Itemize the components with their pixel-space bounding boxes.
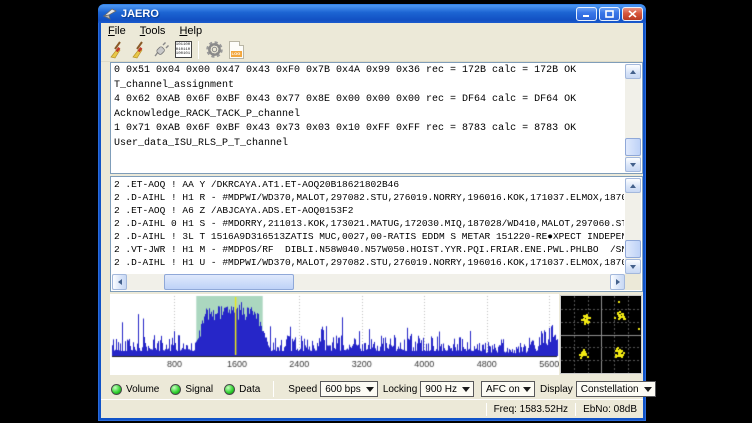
scroll-up-icon xyxy=(630,181,636,188)
statusbar: Freq: 1583.52Hz EbNo: 08dB xyxy=(101,399,643,418)
scroll-right-icon xyxy=(616,279,623,285)
constellation-display xyxy=(560,295,642,374)
data-label: Data xyxy=(239,384,260,395)
broom-icon xyxy=(129,40,149,60)
scroll-down-button[interactable] xyxy=(625,157,641,172)
scroll-down-button[interactable] xyxy=(625,259,641,274)
dropdown-arrow-icon xyxy=(366,387,374,396)
window-title: JAERO xyxy=(121,8,574,20)
binary-icon: 101100 010110 100101 xyxy=(175,41,192,58)
scroll-right-button[interactable] xyxy=(610,274,625,290)
speed-select[interactable]: 600 bps xyxy=(320,381,378,397)
spectrum-display[interactable] xyxy=(110,294,559,375)
toolbar-separator xyxy=(198,41,199,59)
data-indicator: Data xyxy=(224,384,260,395)
log-button[interactable]: LOG xyxy=(225,39,247,61)
scroll-down-icon xyxy=(630,163,636,170)
scroll-up-button[interactable] xyxy=(625,178,641,193)
page-fold xyxy=(239,41,244,46)
msg-horizontal-scrollbar[interactable] xyxy=(112,274,625,290)
toolbar: 101100 010110 100101 LOG xyxy=(101,38,643,62)
locking-value: 900 Hz xyxy=(425,384,457,395)
maximize-icon xyxy=(605,10,614,18)
display-value: Constellation xyxy=(581,384,639,395)
scrollbar-thumb[interactable] xyxy=(164,274,294,290)
controls-separator xyxy=(273,381,274,397)
titlebar[interactable]: JAERO xyxy=(98,4,646,23)
audio-input-button[interactable] xyxy=(150,39,172,61)
menu-help[interactable]: Help xyxy=(172,24,209,38)
dropdown-arrow-icon xyxy=(644,387,652,396)
dropdown-arrow-icon xyxy=(523,387,531,396)
log-icon-label: LOG xyxy=(231,51,242,57)
status-separator xyxy=(575,403,576,416)
maximize-button[interactable] xyxy=(599,7,620,21)
log-file-icon: LOG xyxy=(229,41,244,59)
locking-select[interactable]: 900 Hz xyxy=(420,381,474,397)
dropdown-arrow-icon xyxy=(462,387,470,396)
scroll-down-icon xyxy=(630,265,636,272)
hex-decode-console[interactable]: 0 0x51 0x04 0x00 0x47 0x43 0xF0 0x7B 0x4… xyxy=(110,62,643,174)
ebno-readout: EbNo: 08dB xyxy=(583,404,637,415)
locking-label: Locking xyxy=(383,384,417,395)
minimize-icon xyxy=(582,10,591,18)
scroll-up-button[interactable] xyxy=(625,64,641,79)
signal-led-icon xyxy=(170,384,181,395)
msg-console-text: 2 .ET-AOQ ! AA Y /DKRCAYA.AT1.ET-AOQ20B1… xyxy=(114,178,624,274)
hex-vertical-scrollbar[interactable] xyxy=(625,64,641,172)
spectrum-canvas[interactable] xyxy=(110,294,559,375)
volume-led-icon xyxy=(111,384,122,395)
plug-icon xyxy=(152,41,170,59)
frequency-readout: Freq: 1583.52Hz xyxy=(494,404,569,415)
scrollbar-thumb[interactable] xyxy=(625,240,641,258)
gear-icon xyxy=(205,40,224,59)
scroll-left-icon xyxy=(115,279,122,285)
menubar: File Tools Help xyxy=(101,23,643,38)
close-button[interactable] xyxy=(622,7,643,21)
afc-select[interactable]: AFC on xyxy=(481,381,535,397)
speed-label: Speed xyxy=(288,384,317,395)
screenshot-stage: JAERO File Tools Help xyxy=(0,0,752,423)
menu-tools[interactable]: Tools xyxy=(133,24,173,38)
clear-hex-console-button[interactable] xyxy=(106,39,128,61)
acars-message-console[interactable]: 2 .ET-AOQ ! AA Y /DKRCAYA.AT1.ET-AOQ20B1… xyxy=(110,176,643,292)
raw-bits-button[interactable]: 101100 010110 100101 xyxy=(172,39,194,61)
signal-label: Signal xyxy=(185,384,213,395)
display-label: Display xyxy=(540,384,573,395)
scrollbar-thumb[interactable] xyxy=(625,138,641,156)
display-select[interactable]: Constellation xyxy=(576,381,656,397)
broom-icon xyxy=(107,40,127,60)
window-content: File Tools Help xyxy=(101,23,643,418)
scroll-up-icon xyxy=(630,67,636,74)
msg-vertical-scrollbar[interactable] xyxy=(625,178,641,274)
volume-indicator: Volume xyxy=(111,384,159,395)
clear-msg-console-button[interactable] xyxy=(128,39,150,61)
volume-label: Volume xyxy=(126,384,159,395)
close-icon xyxy=(628,10,637,18)
afc-value: AFC on xyxy=(486,384,520,395)
settings-button[interactable] xyxy=(203,39,225,61)
data-led-icon xyxy=(224,384,235,395)
speed-value: 600 bps xyxy=(325,384,361,395)
hex-console-text: 0 0x51 0x04 0x00 0x47 0x43 0xF0 0x7B 0x4… xyxy=(114,64,624,172)
app-window: JAERO File Tools Help xyxy=(98,4,646,421)
scrollbar-corner xyxy=(625,274,641,290)
status-separator xyxy=(486,403,487,416)
app-icon xyxy=(103,7,117,20)
scroll-left-button[interactable] xyxy=(112,274,127,290)
minimize-button[interactable] xyxy=(576,7,597,21)
menu-file[interactable]: File xyxy=(101,24,133,38)
signal-indicator: Signal xyxy=(170,384,213,395)
constellation-canvas xyxy=(561,296,641,373)
controls-bar: Volume Signal Data Speed 600 bps Locking xyxy=(101,379,643,399)
